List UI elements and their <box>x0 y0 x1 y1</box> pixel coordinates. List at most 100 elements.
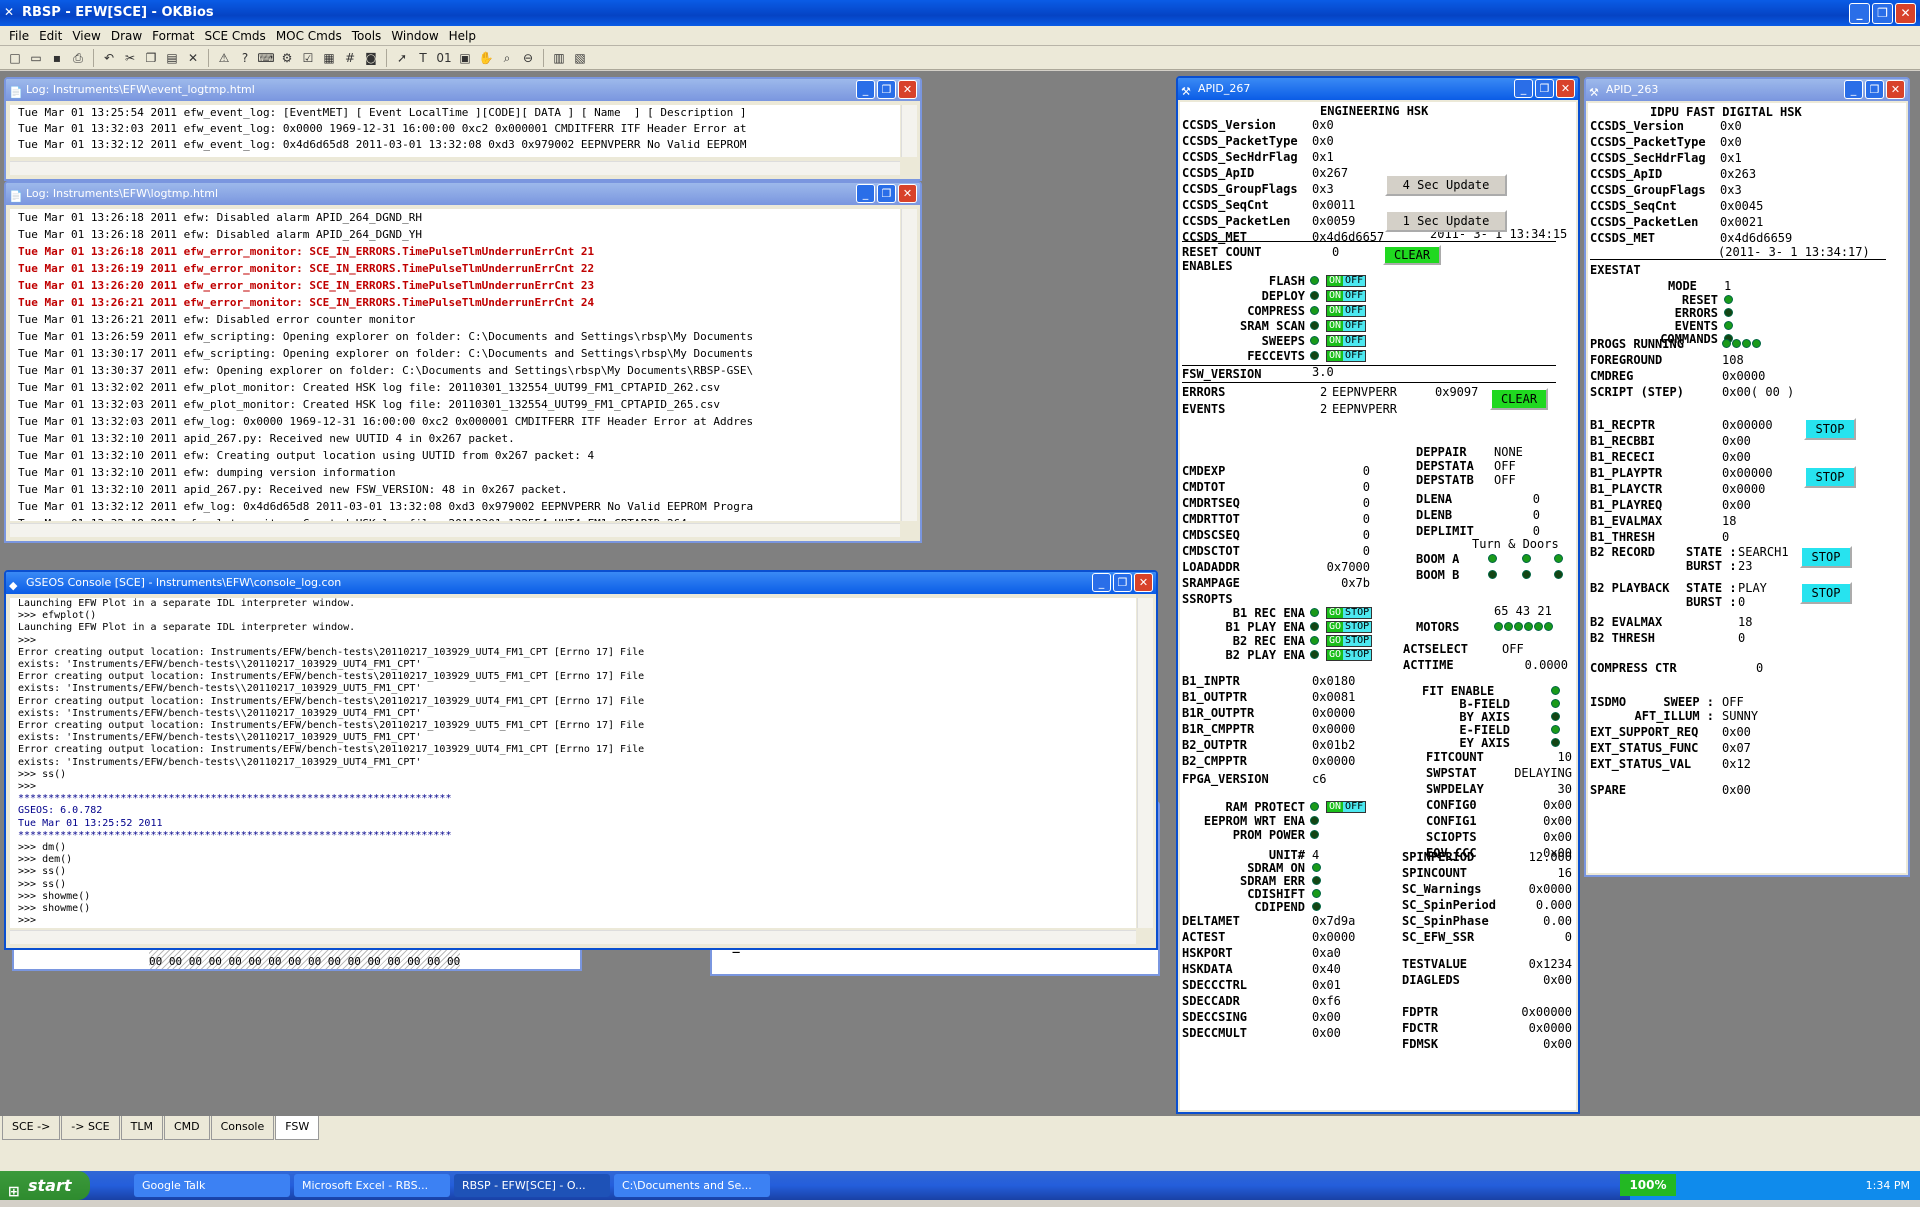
new-icon[interactable]: □ <box>6 49 24 67</box>
on-button[interactable]: GO <box>1327 608 1344 618</box>
on-off-toggle[interactable]: GO STOP <box>1326 621 1373 633</box>
menu-tools[interactable]: Tools <box>347 26 387 45</box>
on-off-toggle[interactable]: ON OFF <box>1326 290 1367 302</box>
on-off-toggle[interactable]: ON OFF <box>1326 335 1367 347</box>
taskbar-button[interactable]: Google Talk <box>134 1174 290 1197</box>
maximize-icon[interactable]: ❐ <box>1113 573 1132 592</box>
tab-cmd[interactable]: CMD <box>163 1116 210 1140</box>
tab-tlm[interactable]: TLM <box>120 1116 163 1140</box>
ok-icon[interactable]: ◙ <box>362 49 380 67</box>
off-button[interactable]: OFF <box>1343 351 1366 361</box>
keyboard-icon[interactable]: ⌨ <box>257 49 275 67</box>
menu-file[interactable]: File <box>4 26 34 45</box>
gear-icon[interactable]: ⚙ <box>278 49 296 67</box>
close-icon[interactable]: ✕ <box>898 80 917 99</box>
vertical-scrollbar[interactable] <box>901 105 917 157</box>
maximize-icon[interactable]: ❐ <box>877 184 896 203</box>
print-icon[interactable]: ⎙ <box>69 49 87 67</box>
start-button[interactable]: ⊞ start <box>0 1171 90 1200</box>
minimize-icon[interactable]: _ <box>856 80 875 99</box>
check-icon[interactable]: ☑ <box>299 49 317 67</box>
pointer-box-icon[interactable]: ▣ <box>456 49 474 67</box>
horizontal-scrollbar[interactable] <box>10 161 900 175</box>
off-button[interactable]: STOP <box>1343 622 1372 632</box>
on-button[interactable]: ON <box>1327 802 1344 812</box>
zoom-out-icon[interactable]: ⊖ <box>519 49 537 67</box>
help-icon[interactable]: ? <box>236 49 254 67</box>
hex-icon[interactable]: # <box>341 49 359 67</box>
taskbar-button[interactable]: RBSP - EFW[SCE] - O... <box>454 1174 610 1197</box>
tab-console[interactable]: Console <box>210 1116 275 1140</box>
close-icon[interactable]: ✕ <box>898 184 917 203</box>
undo-icon[interactable]: ↶ <box>100 49 118 67</box>
minimize-icon[interactable]: _ <box>1514 79 1533 98</box>
four-sec-update-button[interactable]: 4 Sec Update <box>1385 174 1507 196</box>
log-window[interactable]: 📄 Log: Instruments\EFW\logtmp.html _ ❐ ✕ Tu… <box>4 181 922 543</box>
close-icon[interactable]: ✕ <box>1886 80 1905 99</box>
one-sec-update-button[interactable]: 1 Sec Update <box>1385 210 1507 232</box>
on-button[interactable]: ON <box>1327 351 1344 361</box>
on-button[interactable]: ON <box>1327 291 1344 301</box>
cut-icon[interactable]: ✂ <box>121 49 139 67</box>
b2-record-stop-button[interactable]: STOP <box>1800 546 1852 568</box>
on-off-toggle[interactable]: ON OFF <box>1326 350 1367 362</box>
apid267-window[interactable]: ⚒ APID_267 _ ❐ ✕ ENGINEERING HSK CCSDS_Versi… <box>1176 76 1580 1114</box>
clear-button[interactable]: CLEAR <box>1383 245 1441 265</box>
horizontal-scrollbar[interactable] <box>10 930 1136 944</box>
minimize-icon[interactable]: _ <box>1092 573 1111 592</box>
menu-format[interactable]: Format <box>147 26 199 45</box>
menu-sce-cmds[interactable]: SCE Cmds <box>199 26 270 45</box>
event-log-window[interactable]: 📄 Log: Instruments\EFW\event_logtmp.html … <box>4 77 922 181</box>
on-off-toggle[interactable]: ON OFF <box>1326 305 1367 317</box>
off-button[interactable]: STOP <box>1343 650 1372 660</box>
on-button[interactable]: ON <box>1327 321 1344 331</box>
hand-icon[interactable]: ✋ <box>477 49 495 67</box>
on-off-toggle[interactable]: GO STOP <box>1326 607 1373 619</box>
console-window[interactable]: ◆ GSEOS Console [SCE] - Instruments\EFW\c… <box>4 570 1158 950</box>
horizontal-scrollbar[interactable] <box>10 523 900 537</box>
off-button[interactable]: STOP <box>1343 636 1372 646</box>
off-button[interactable]: OFF <box>1343 276 1366 286</box>
on-off-toggle[interactable]: ON OFF <box>1326 320 1367 332</box>
copy-icon[interactable]: ❐ <box>142 49 160 67</box>
delete-icon[interactable]: ✕ <box>184 49 202 67</box>
maximize-icon[interactable]: ❐ <box>877 80 896 99</box>
menu-edit[interactable]: Edit <box>34 26 67 45</box>
close-icon[interactable]: ✕ <box>1895 3 1916 24</box>
menu-draw[interactable]: Draw <box>106 26 147 45</box>
on-button[interactable]: ON <box>1327 306 1344 316</box>
pointer-icon[interactable]: ➚ <box>393 49 411 67</box>
tile-icon[interactable]: ▥ <box>550 49 568 67</box>
binary-icon[interactable]: 01 <box>435 49 453 67</box>
on-button[interactable]: GO <box>1327 650 1344 660</box>
tab-fsw[interactable]: FSW <box>275 1116 320 1140</box>
off-button[interactable]: OFF <box>1343 306 1366 316</box>
maximize-icon[interactable]: ❐ <box>1872 3 1893 24</box>
menu-view[interactable]: View <box>67 26 105 45</box>
b2-playback-stop-button[interactable]: STOP <box>1800 582 1852 604</box>
off-button[interactable]: OFF <box>1343 336 1366 346</box>
apid263-window[interactable]: ⚒ APID_263 _ ❐ ✕ IDPU FAST DIGITAL HSK CCSDS… <box>1584 77 1910 877</box>
text-icon[interactable]: T <box>414 49 432 67</box>
save-icon[interactable]: ▪ <box>48 49 66 67</box>
close-icon[interactable]: ✕ <box>1556 79 1575 98</box>
taskbar-button[interactable]: C:\Documents and Se... <box>614 1174 770 1197</box>
paste-icon[interactable]: ▤ <box>163 49 181 67</box>
on-off-toggle[interactable]: ON OFF <box>1326 801 1367 813</box>
zoom-icon[interactable]: ⌕ <box>498 49 516 67</box>
on-button[interactable]: GO <box>1327 636 1344 646</box>
on-off-toggle[interactable]: GO STOP <box>1326 635 1373 647</box>
b1-play-stop-button[interactable]: STOP <box>1804 466 1856 488</box>
minimize-icon[interactable]: _ <box>1844 80 1863 99</box>
warning-icon[interactable]: ⚠ <box>215 49 233 67</box>
on-button[interactable]: GO <box>1327 622 1344 632</box>
menu-moc-cmds[interactable]: MOC Cmds <box>271 26 347 45</box>
console-text[interactable]: Launching EFW Plot in a separate IDL int… <box>10 598 1136 928</box>
maximize-icon[interactable]: ❐ <box>1535 79 1554 98</box>
off-button[interactable]: STOP <box>1343 608 1372 618</box>
b1-rec-stop-button[interactable]: STOP <box>1804 418 1856 440</box>
menu-help[interactable]: Help <box>444 26 481 45</box>
vertical-scrollbar[interactable] <box>1137 598 1153 928</box>
open-icon[interactable]: ▭ <box>27 49 45 67</box>
on-off-toggle[interactable]: ON OFF <box>1326 275 1367 287</box>
